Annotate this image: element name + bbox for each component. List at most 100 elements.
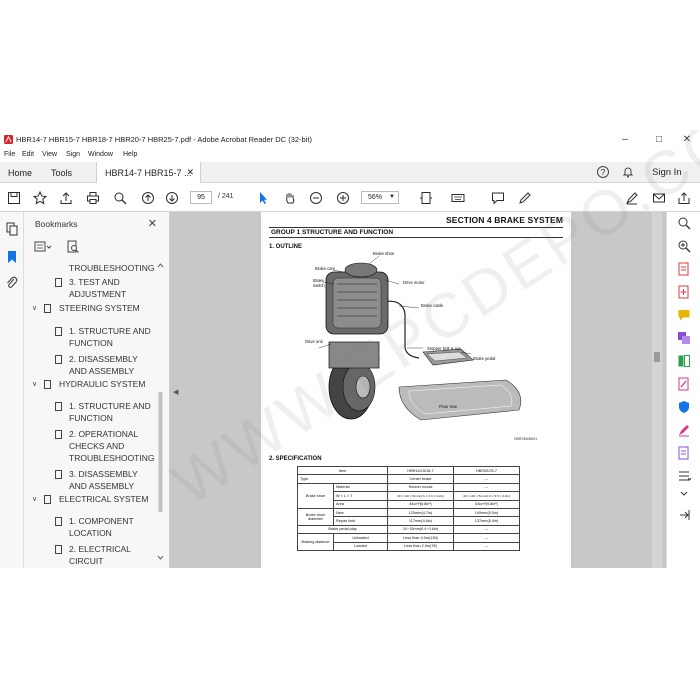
table-cell: Brake shoe — [297, 482, 334, 509]
bookmark-options-icon[interactable] — [34, 240, 52, 254]
chevron-down-icon[interactable]: ∨ — [32, 379, 37, 391]
hand-tool-icon[interactable] — [282, 190, 298, 206]
bookmark-page-icon — [55, 470, 62, 479]
acrobat-window: HBR14-7 HBR15-7 HBR18-7 HBR20-7 HBR25-7.… — [0, 130, 700, 568]
bookmark-page-icon — [44, 304, 51, 313]
chevron-down-icon[interactable]: ∨ — [32, 494, 37, 506]
menu-help[interactable]: Help — [123, 151, 137, 158]
collapse-left-panel-icon[interactable]: ◀ — [173, 388, 178, 396]
chevron-down-icon[interactable] — [677, 487, 691, 501]
bookmark-item[interactable]: 1. STRUCTURE AND FUNCTION — [69, 325, 159, 349]
close-window-button[interactable]: ✕ — [672, 130, 700, 149]
close-panel-icon[interactable]: ✕ — [148, 217, 157, 230]
protect-icon[interactable] — [677, 400, 691, 414]
table-cell: ← — [453, 541, 520, 551]
upload-icon[interactable] — [58, 190, 74, 206]
bookmark-item[interactable]: 3. DISASSEMBLY AND ASSEMBLY — [69, 468, 151, 492]
right-tools-rail — [666, 212, 700, 568]
search-icon[interactable] — [677, 216, 691, 230]
bookmark-item[interactable]: 1. STRUCTURE AND FUNCTION — [69, 400, 159, 424]
bookmark-item[interactable]: HYDRAULIC SYSTEM — [59, 378, 159, 390]
bookmark-item[interactable]: 2. OPERATIONAL CHECKS AND TROUBLESHOOTIN… — [69, 428, 157, 464]
bookmark-item[interactable]: 1. COMPONENT LOCATION — [69, 515, 149, 539]
table-cell: Less than 4.0m(13ft) — [387, 533, 454, 543]
create-pdf-icon[interactable] — [677, 285, 691, 299]
table-cell: 63cm²(9.8in²) — [453, 499, 520, 509]
print-icon[interactable] — [85, 190, 101, 206]
expand-panel-icon[interactable] — [677, 508, 691, 522]
bookmark-item[interactable]: 2. DISASSEMBLY AND ASSEMBLY — [69, 353, 151, 377]
keyboard-icon[interactable] — [450, 190, 466, 206]
page-thumbnails-icon[interactable] — [5, 222, 19, 236]
scrollbar-thumb[interactable] — [654, 352, 660, 362]
more-tools-icon[interactable] — [677, 469, 691, 483]
export-pdf-icon[interactable] — [677, 262, 691, 276]
bookmark-item[interactable]: TROUBLESHOOTING — [69, 262, 161, 274]
organize-pages-icon[interactable] — [677, 354, 691, 368]
close-tab-icon[interactable]: ✕ — [186, 167, 194, 178]
pen-icon[interactable] — [517, 190, 533, 206]
fill-sign-icon[interactable] — [677, 423, 691, 437]
attachments-icon[interactable] — [5, 276, 19, 290]
table-cell: 40 × 110 × 5mm(1.6 × 4.3 × 0.2in) — [387, 491, 454, 501]
sign-in-link[interactable]: Sign In — [652, 167, 682, 178]
zoom-level-value: 56% — [368, 194, 383, 201]
table-cell: 10~15mm(0.4~0.6in) — [387, 524, 454, 535]
tab-home[interactable]: Home — [8, 162, 32, 183]
bookmark-item[interactable]: ELECTRICAL SYSTEM — [59, 493, 159, 505]
menu-edit[interactable]: Edit — [22, 151, 34, 158]
tab-tools[interactable]: Tools — [51, 162, 72, 183]
select-arrow-icon[interactable] — [255, 190, 271, 206]
bookmark-page-icon — [55, 278, 62, 287]
help-icon[interactable]: ? — [597, 166, 609, 178]
edit-pdf-icon[interactable] — [677, 377, 691, 391]
label-brake-pedal: Brake pedal — [473, 356, 496, 361]
minimize-button[interactable]: – — [610, 130, 640, 149]
tab-document[interactable]: HBR14-7 HBR15-7 ... ✕ — [96, 162, 201, 183]
bookmark-label: 1. STRUCTURE AND FUNCTION — [69, 401, 151, 423]
label-brake-shoe: Brake shoe — [373, 251, 395, 256]
maximize-button[interactable]: □ — [644, 130, 674, 149]
pdf-page: SECTION 4 BRAKE SYSTEM GROUP 1 STRUCTURE… — [261, 212, 571, 568]
comment-icon[interactable] — [490, 190, 506, 206]
bookmark-item[interactable]: STEERING SYSTEM — [59, 302, 159, 314]
bookmark-item[interactable]: 2. ELECTRICAL CIRCUIT — [69, 543, 139, 567]
search-icon[interactable] — [112, 190, 128, 206]
save-icon[interactable] — [6, 190, 22, 206]
bookmark-item[interactable]: 3. TEST AND ADJUSTMENT — [69, 276, 151, 300]
share-icon[interactable] — [676, 190, 692, 206]
fit-page-icon[interactable] — [418, 190, 434, 206]
label-brake-switch: Brake switch — [313, 278, 325, 288]
bookmark-label: 2. DISASSEMBLY AND ASSEMBLY — [69, 354, 138, 376]
page-up-icon[interactable] — [140, 190, 156, 206]
bookmarks-scrollbar[interactable] — [157, 262, 164, 562]
zoom-tool-icon[interactable] — [677, 239, 691, 253]
zoom-level-select[interactable]: 56% ▼ — [361, 191, 399, 204]
bookmarks-panel-icon[interactable] — [5, 250, 19, 264]
page-down-icon[interactable] — [164, 190, 180, 206]
chevron-down-icon[interactable]: ∨ — [32, 303, 37, 315]
menu-bar: File Edit View Sign Window Help — [0, 149, 700, 162]
bell-icon[interactable] — [622, 166, 634, 178]
bookmark-page-icon — [55, 517, 62, 526]
bookmark-label: 1. COMPONENT LOCATION — [69, 516, 134, 538]
page-number-input[interactable]: 95 — [190, 191, 212, 204]
menu-view[interactable]: View — [42, 151, 57, 158]
sign-pen-icon[interactable] — [624, 190, 640, 206]
email-icon[interactable] — [651, 190, 667, 206]
menu-sign[interactable]: Sign — [66, 151, 80, 158]
bookmark-label: 2. OPERATIONAL CHECKS AND TROUBLESHOOTIN… — [69, 429, 155, 463]
table-cell: Brake pedal play — [297, 524, 388, 535]
document-scrollbar[interactable] — [652, 212, 662, 568]
document-viewport[interactable]: ◀ SECTION 4 BRAKE SYSTEM GROUP 1 STRUCTU… — [170, 212, 666, 568]
zoom-out-icon[interactable] — [308, 190, 324, 206]
zoom-in-icon[interactable] — [335, 190, 351, 206]
send-for-review-icon[interactable] — [677, 446, 691, 460]
bookmark-label: 3. DISASSEMBLY AND ASSEMBLY — [69, 469, 138, 491]
menu-window[interactable]: Window — [88, 151, 113, 158]
menu-file[interactable]: File — [4, 151, 15, 158]
find-bookmark-icon[interactable] — [66, 240, 80, 254]
comment-tool-icon[interactable] — [677, 308, 691, 322]
bookmark-star-icon[interactable] — [32, 190, 48, 206]
combine-files-icon[interactable] — [677, 331, 691, 345]
